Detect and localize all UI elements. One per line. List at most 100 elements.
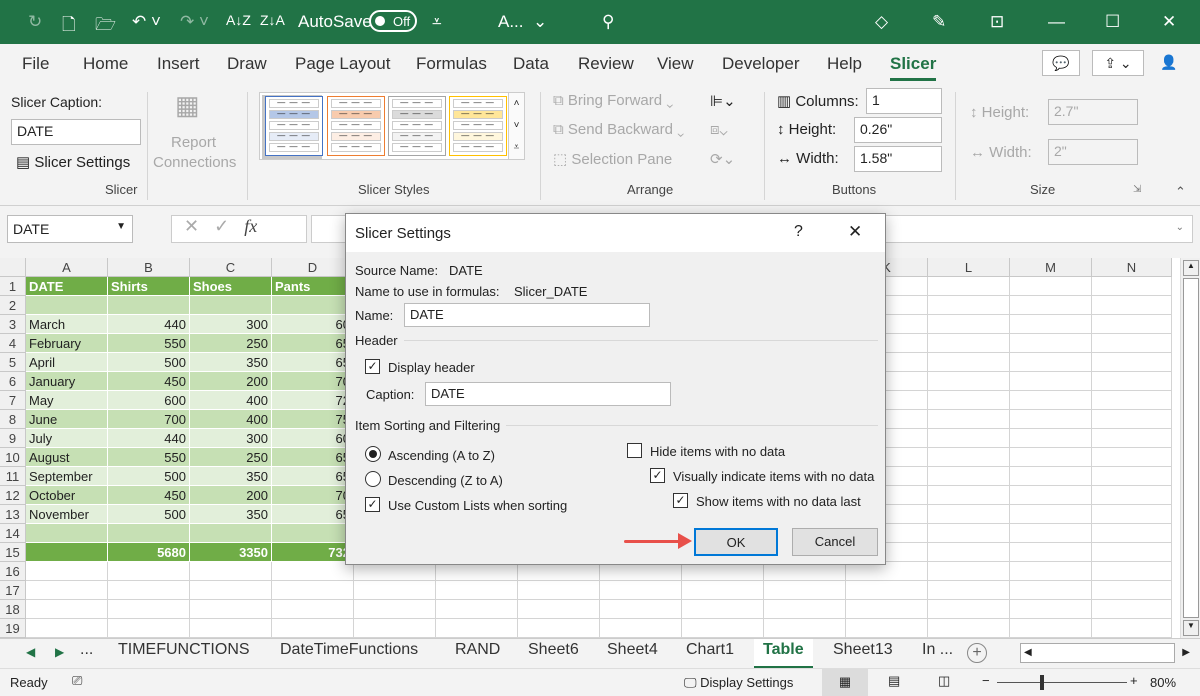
tab-page-layout[interactable]: Page Layout: [295, 54, 390, 74]
table-cell[interactable]: [108, 524, 190, 543]
caption-input[interactable]: DATE: [425, 382, 671, 406]
table-cell[interactable]: Shoes: [190, 277, 272, 296]
table-cell[interactable]: [108, 562, 190, 581]
zoom-out-icon[interactable]: −: [982, 673, 990, 688]
sheet-tab[interactable]: RAND: [455, 641, 500, 659]
table-cell[interactable]: [1010, 277, 1092, 296]
table-cell[interactable]: 60: [272, 315, 354, 334]
select-all-corner[interactable]: [0, 258, 26, 277]
row-header[interactable]: 11: [0, 467, 26, 486]
table-cell[interactable]: [928, 429, 1010, 448]
table-cell[interactable]: 600: [108, 391, 190, 410]
row-header[interactable]: 1: [0, 277, 26, 296]
pen-icon[interactable]: ✎: [932, 12, 946, 32]
display-settings-button[interactable]: 🖵 Display Settings: [684, 675, 793, 691]
scroll-up-icon[interactable]: ▲: [1183, 260, 1199, 276]
table-cell[interactable]: 250: [190, 448, 272, 467]
table-cell[interactable]: 75: [272, 410, 354, 429]
send-backward-button[interactable]: ⧉ Send Backward ⌄: [553, 121, 684, 138]
gallery-scroll[interactable]: ˄ ˅ ⩡: [508, 92, 525, 160]
descending-radio[interactable]: [365, 471, 381, 487]
table-cell[interactable]: [108, 581, 190, 600]
tab-view[interactable]: View: [657, 54, 694, 74]
table-cell[interactable]: [190, 296, 272, 315]
slicer-caption-input[interactable]: DATE: [11, 119, 141, 145]
table-cell[interactable]: 250: [190, 334, 272, 353]
slicer-style-option[interactable]: — — — — — — — — — — — — — — —: [449, 96, 507, 156]
hide-items-checkbox[interactable]: [627, 443, 642, 458]
tab-insert[interactable]: Insert: [157, 54, 200, 74]
customize-toolbar-icon[interactable]: ⩡: [432, 12, 442, 32]
column-header[interactable]: A: [26, 258, 108, 277]
table-cell[interactable]: 72: [272, 391, 354, 410]
table-cell[interactable]: [108, 296, 190, 315]
cancel-icon[interactable]: ✕: [184, 216, 199, 236]
table-cell[interactable]: September: [26, 467, 108, 486]
tab-draw[interactable]: Draw: [227, 54, 267, 74]
table-cell[interactable]: [1092, 410, 1172, 429]
table-cell[interactable]: [272, 619, 354, 638]
table-cell[interactable]: 300: [190, 429, 272, 448]
table-cell[interactable]: [928, 543, 1010, 562]
table-cell[interactable]: [928, 391, 1010, 410]
name-box[interactable]: DATE ▼: [7, 215, 133, 243]
table-cell[interactable]: [1092, 467, 1172, 486]
table-cell[interactable]: [1010, 429, 1092, 448]
table-cell[interactable]: [190, 600, 272, 619]
table-cell[interactable]: [682, 600, 764, 619]
table-cell[interactable]: [928, 467, 1010, 486]
table-cell[interactable]: [354, 581, 436, 600]
columns-input[interactable]: 1: [866, 88, 942, 114]
table-cell[interactable]: [26, 562, 108, 581]
table-cell[interactable]: Pants: [272, 277, 354, 296]
table-cell[interactable]: May: [26, 391, 108, 410]
table-cell[interactable]: [1092, 505, 1172, 524]
report-connections-label[interactable]: Report: [171, 134, 216, 151]
table-cell[interactable]: [518, 600, 600, 619]
table-cell[interactable]: [26, 524, 108, 543]
close-window-icon[interactable]: ✕: [1162, 12, 1176, 32]
table-cell[interactable]: [928, 315, 1010, 334]
zoom-slider-thumb[interactable]: [1040, 675, 1044, 690]
refresh-icon[interactable]: ↻: [28, 12, 42, 32]
table-cell[interactable]: [1092, 391, 1172, 410]
column-header[interactable]: B: [108, 258, 190, 277]
report-connections-label2[interactable]: Connections: [153, 154, 236, 171]
table-cell[interactable]: January: [26, 372, 108, 391]
page-layout-view-icon[interactable]: ▤: [888, 673, 900, 689]
table-cell[interactable]: 440: [108, 315, 190, 334]
table-cell[interactable]: [1092, 486, 1172, 505]
slicer-style-option[interactable]: — — — — — — — — — — — — — — —: [327, 96, 385, 156]
table-cell[interactable]: [436, 619, 518, 638]
sheet-tab[interactable]: Sheet6: [528, 641, 579, 659]
ok-button[interactable]: OK: [694, 528, 778, 556]
row-header[interactable]: 17: [0, 581, 26, 600]
table-cell[interactable]: [1010, 296, 1092, 315]
table-cell[interactable]: [600, 600, 682, 619]
table-cell[interactable]: 70: [272, 486, 354, 505]
diamond-icon[interactable]: ◇: [875, 12, 888, 32]
table-cell[interactable]: [1092, 277, 1172, 296]
collapse-ribbon-icon[interactable]: ⌃: [1175, 184, 1186, 200]
row-header[interactable]: 6: [0, 372, 26, 391]
rotate-icon[interactable]: ⟳⌄: [710, 150, 735, 168]
table-cell[interactable]: 300: [190, 315, 272, 334]
selection-pane-button[interactable]: ⬚ Selection Pane: [553, 150, 672, 168]
button-width-input[interactable]: 1.58": [854, 146, 942, 172]
column-header[interactable]: L: [928, 258, 1010, 277]
slicer-style-option[interactable]: — — — — — — — — — — — — — — —: [265, 96, 323, 156]
table-cell[interactable]: [928, 524, 1010, 543]
maximize-icon[interactable]: ☐: [1105, 12, 1120, 32]
table-cell[interactable]: 350: [190, 505, 272, 524]
normal-view-icon[interactable]: ▦: [822, 669, 868, 696]
table-cell[interactable]: 550: [108, 334, 190, 353]
tab-home[interactable]: Home: [83, 54, 128, 74]
table-cell[interactable]: [1010, 524, 1092, 543]
table-cell[interactable]: 450: [108, 372, 190, 391]
table-cell[interactable]: April: [26, 353, 108, 372]
table-cell[interactable]: [1010, 391, 1092, 410]
table-cell[interactable]: 500: [108, 467, 190, 486]
table-cell[interactable]: [928, 334, 1010, 353]
table-cell[interactable]: 500: [108, 353, 190, 372]
row-header[interactable]: 5: [0, 353, 26, 372]
